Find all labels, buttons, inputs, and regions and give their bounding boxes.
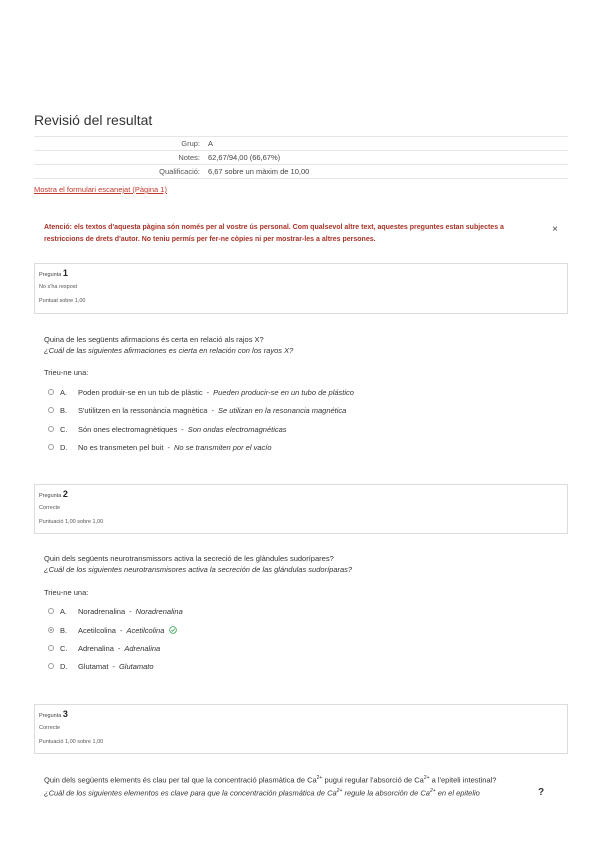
notes-label: Notes: xyxy=(178,153,200,162)
radio-button[interactable] xyxy=(48,608,54,614)
option-separator: - xyxy=(117,643,121,653)
help-icon[interactable]: ? xyxy=(538,787,544,798)
option-text-ca: S'utilitzen en la ressonància magnètica xyxy=(78,405,208,415)
radio-button[interactable] xyxy=(48,444,54,450)
question-word: Pregunta xyxy=(39,713,62,719)
option-separator: - xyxy=(211,405,214,415)
option-text-ca: Glutamat xyxy=(78,661,109,671)
show-scanned-form-link[interactable]: Mostra el formulari escanejat (Pàgina 1) xyxy=(34,185,167,194)
option-letter: C. xyxy=(60,643,68,653)
option-text-es: Acetilcolina xyxy=(126,625,165,635)
option-letter: D. xyxy=(60,442,68,452)
close-icon[interactable]: × xyxy=(552,224,558,235)
notes-value: 62,67/94,00 (66,67%) xyxy=(208,153,281,162)
option-text-es: Son ondas electromagnéticas xyxy=(187,424,287,434)
q1-option-d[interactable]: D. No es transmeten pel buit - No se tra… xyxy=(48,441,272,453)
question-info-2: Pregunta 2 Correcte Puntuació 1,00 sobre… xyxy=(34,484,568,534)
option-text-es: Noradrenalina xyxy=(135,606,183,616)
result-summary-table: Grup: A Notes: 62,67/94,00 (66,67%) Qual… xyxy=(34,136,568,179)
question-status: Correcte xyxy=(39,505,61,511)
question-text-ca: Quin dels següents neurotransmissors act… xyxy=(44,554,334,563)
grade-value: 6,67 sobre un màxim de 10,00 xyxy=(208,167,310,176)
q2-option-b[interactable]: B. Acetilcolina - Acetilcolina xyxy=(48,624,178,636)
grade-label: Qualificació: xyxy=(159,167,200,176)
group-value: A xyxy=(208,139,214,148)
option-letter: A. xyxy=(60,606,68,616)
option-text-ca: Poden produir-se en un tub de plàstic xyxy=(78,387,203,397)
option-text-ca: Acetilcolina xyxy=(78,625,116,635)
question-number: 1 xyxy=(62,268,68,278)
option-separator: - xyxy=(119,625,123,635)
q1-option-b[interactable]: B. S'utilitzen en la ressonància magnèti… xyxy=(48,404,346,416)
question-info-3: Pregunta 3 Correcte Puntuació 1,00 sobre… xyxy=(34,704,568,754)
option-text-ca: Noradrenalina xyxy=(78,606,126,616)
option-separator: - xyxy=(206,387,210,397)
radio-button[interactable] xyxy=(48,389,54,395)
summary-row-group: Grup: A xyxy=(34,136,568,150)
question-text-3: Quin dels següents elements és clau per … xyxy=(44,773,544,798)
option-letter: B. xyxy=(60,625,68,635)
radio-button[interactable] xyxy=(48,426,54,432)
option-text-ca: Adrenalina xyxy=(78,643,114,653)
choose-one-label: Trieu-ne una: xyxy=(44,588,89,597)
option-text-ca: Són ones electromagnètiques xyxy=(78,424,178,434)
radio-button-selected[interactable] xyxy=(48,627,54,633)
option-text-es: Adrenalina xyxy=(124,643,161,653)
question-word: Pregunta xyxy=(39,272,62,278)
question-number: 3 xyxy=(62,709,68,719)
option-letter: A. xyxy=(60,387,68,397)
option-separator: - xyxy=(167,442,170,452)
option-letter: D. xyxy=(60,661,68,671)
summary-row-grade: Qualificació: 6,67 sobre un màxim de 10,… xyxy=(34,164,568,179)
radio-button[interactable] xyxy=(48,663,54,669)
question-text-1: Quina de les següents afirmacions és cer… xyxy=(44,334,554,356)
option-text-es: Glutamato xyxy=(118,661,154,671)
option-letter: C. xyxy=(60,424,68,434)
option-separator: - xyxy=(112,661,115,671)
radio-button[interactable] xyxy=(48,645,54,651)
question-text-es: ¿Cuál de las siguientes afirmaciones es … xyxy=(44,346,294,355)
q1-option-c[interactable]: C. Són ones electromagnètiques - Son ond… xyxy=(48,423,287,435)
question-score: Puntuat sobre 1,00 xyxy=(39,298,86,304)
group-label: Grup: xyxy=(181,139,200,148)
question-status: Correcte xyxy=(39,725,61,731)
question-score: Puntuació 1,00 sobre 1,00 xyxy=(39,739,104,745)
option-letter: B. xyxy=(60,405,68,415)
question-info-1: Pregunta 1 No s'ha respost Puntuat sobre… xyxy=(34,263,568,314)
radio-button[interactable] xyxy=(48,407,54,413)
question-status: No s'ha respost xyxy=(39,284,78,290)
page-title: Revisió del resultat xyxy=(34,112,153,128)
question-text-ca: Quina de les següents afirmacions és cer… xyxy=(44,335,264,344)
q2-option-c[interactable]: C. Adrenalina - Adrenalina xyxy=(48,642,160,654)
option-text-es: No se transmiten por el vacío xyxy=(173,442,272,452)
copyright-alert: Atenció: els textos d'aquesta pàgina són… xyxy=(34,218,568,254)
question-text-ca: Quin dels següents elements és clau per … xyxy=(44,775,497,785)
question-word: Pregunta xyxy=(39,493,62,499)
q2-option-a[interactable]: A. Noradrenalina - Noradrenalina xyxy=(48,605,183,617)
choose-one-label: Trieu-ne una: xyxy=(44,368,89,377)
check-circle-icon xyxy=(169,626,178,634)
question-score: Puntuació 1,00 sobre 1,00 xyxy=(39,519,104,525)
option-separator: - xyxy=(181,424,184,434)
question-number: 2 xyxy=(62,489,68,499)
option-text-ca: No es transmeten pel buit xyxy=(78,442,164,452)
option-text-es: Se utilizan en la resonancia magnética xyxy=(217,405,347,415)
option-text-es: Pueden producir-se en un tubo de plástic… xyxy=(213,387,354,397)
q1-option-a[interactable]: A. Poden produir-se en un tub de plàstic… xyxy=(48,386,354,398)
option-separator: - xyxy=(129,606,132,616)
question-text-2: Quin dels següents neurotransmissors act… xyxy=(44,553,554,575)
alert-text: Atenció: els textos d'aquesta pàgina són… xyxy=(44,224,504,243)
question-text-es: ¿Cuál de los siguientes elementos es cla… xyxy=(44,787,480,798)
q2-option-d[interactable]: D. Glutamat - Glutamato xyxy=(48,660,154,672)
summary-row-notes: Notes: 62,67/94,00 (66,67%) xyxy=(34,150,568,164)
question-text-es: ¿Cuál de los siguientes neurotransmisore… xyxy=(44,565,353,574)
